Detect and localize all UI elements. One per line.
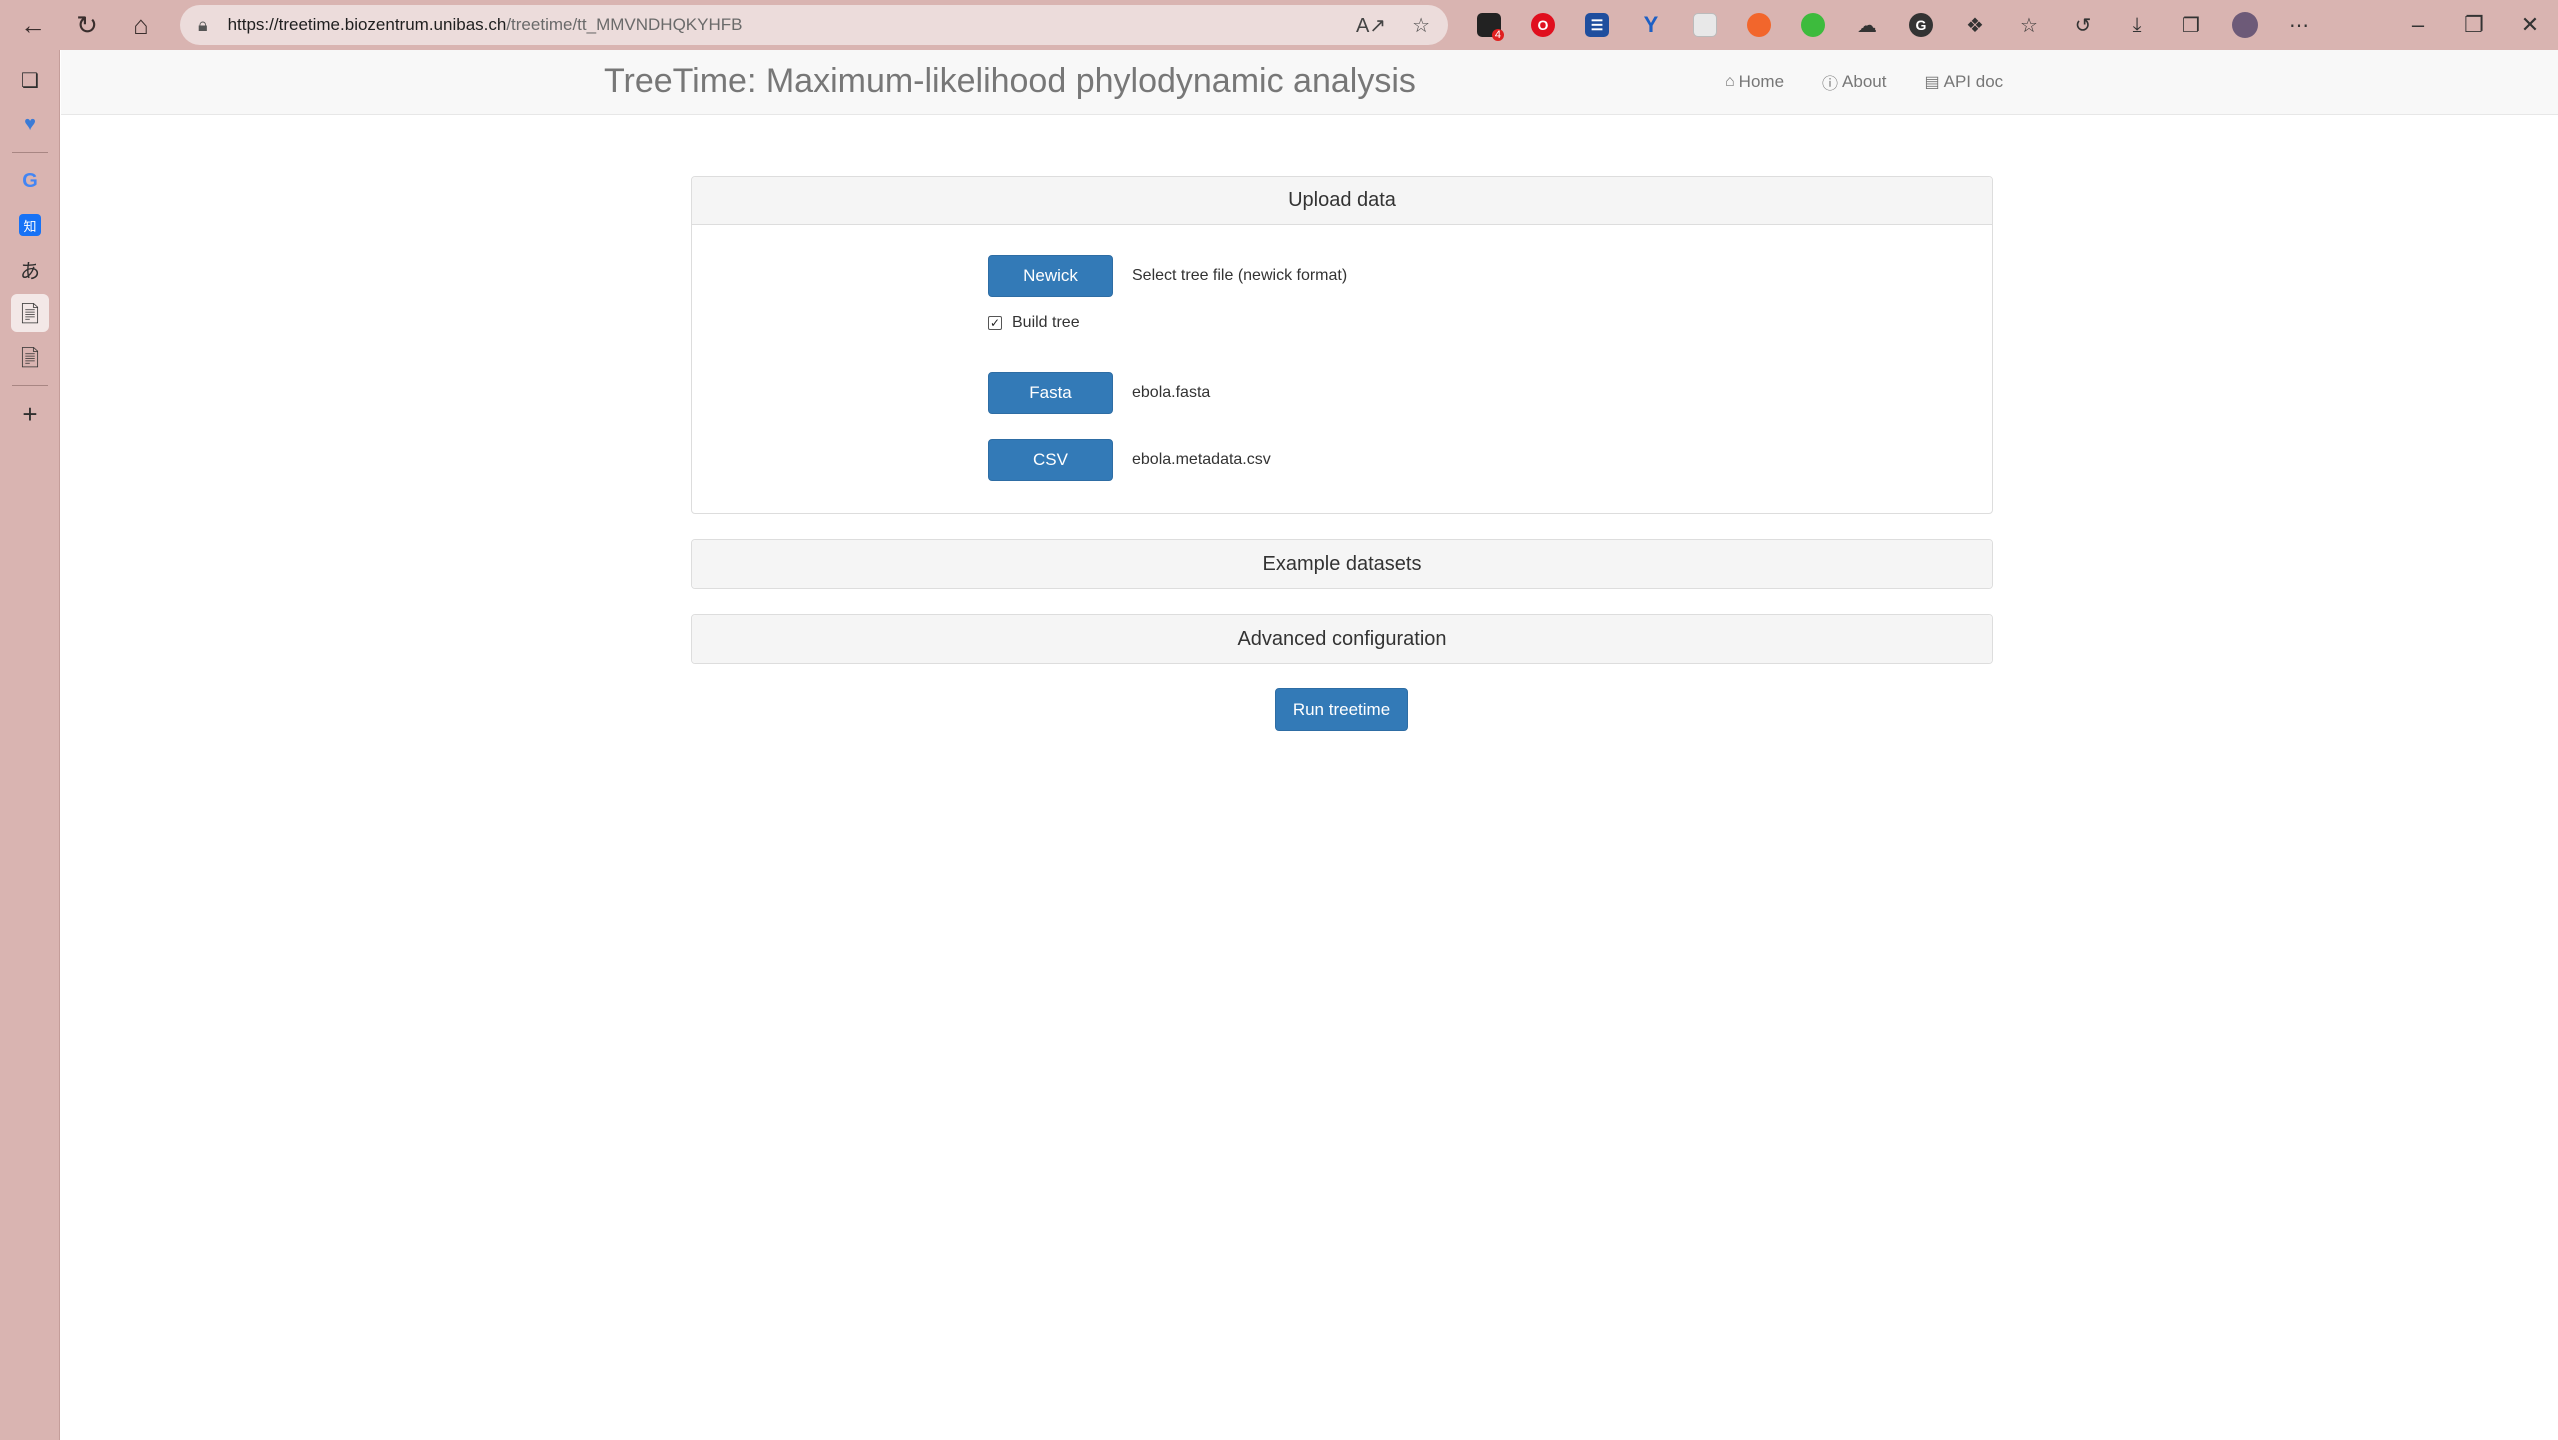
newick-button[interactable]: Newick xyxy=(988,255,1113,297)
green-extension-icon[interactable] xyxy=(1786,0,1840,50)
active-tab-document-icon[interactable]: 📄︎ xyxy=(0,291,60,335)
new-tab-icon[interactable]: + xyxy=(0,392,60,436)
news-extension-icon[interactable]: ☰ xyxy=(1570,0,1624,50)
newick-file-label: Select tree file (newick format) xyxy=(1132,267,1348,284)
translate-tab-icon[interactable]: あ xyxy=(0,247,60,291)
extension-badge-icon[interactable]: 4 xyxy=(1462,0,1516,50)
back-icon[interactable]: ← xyxy=(6,0,60,50)
upload-data-body: Newick Select tree file (newick format) … xyxy=(692,225,1992,513)
info-icon: ⓘ xyxy=(1822,76,1839,93)
favorites-icon[interactable]: ☆ xyxy=(2002,0,2056,50)
build-tree-checkbox[interactable]: ✓ xyxy=(988,316,1002,330)
upload-data-heading[interactable]: Upload data xyxy=(692,177,1992,225)
sidebar-divider xyxy=(11,152,48,153)
address-bar[interactable]: 🔒︎ https://treetime.biozentrum.unibas.ch… xyxy=(180,5,1448,45)
nav-about-link[interactable]: ⓘ About xyxy=(1822,70,1886,94)
y-extension-icon[interactable]: Y xyxy=(1624,0,1678,50)
close-icon[interactable]: ✕ xyxy=(2502,0,2558,50)
home-icon[interactable]: ⌂ xyxy=(114,0,168,50)
csv-file-label: ebola.metadata.csv xyxy=(1132,451,1271,468)
nav-api-doc-label: API doc xyxy=(1943,72,2004,91)
document-icon: ▤ xyxy=(1924,74,1940,91)
navbar: TreeTime: Maximum-likelihood phylodynami… xyxy=(61,50,2558,115)
fasta-button[interactable]: Fasta xyxy=(988,372,1113,414)
extension-badge-count: 4 xyxy=(1491,29,1504,41)
minimize-icon[interactable]: – xyxy=(2390,0,2446,50)
cloud-icon[interactable]: ☁ xyxy=(1840,0,1894,50)
browser-sidebar: ❏ ♥ G 知 あ 📄︎ 📄︎ + xyxy=(0,50,60,1440)
nav-api-doc-link[interactable]: ▤ API doc xyxy=(1924,70,2003,94)
google-tab-icon[interactable]: G xyxy=(0,159,60,203)
sidebar-divider xyxy=(11,385,48,386)
example-datasets-panel: Example datasets xyxy=(691,539,1993,589)
url-path: /treetime/tt_MMVNDHQKYHFB xyxy=(506,15,743,34)
refresh-icon[interactable]: ↻ xyxy=(60,0,114,50)
csv-row: CSV ebola.metadata.csv xyxy=(988,439,1271,481)
history-icon[interactable]: ↺ xyxy=(2056,0,2110,50)
fasta-file-label: ebola.fasta xyxy=(1132,384,1211,401)
profile-avatar[interactable] xyxy=(2218,0,2272,50)
collections-icon[interactable]: ❐ xyxy=(2164,0,2218,50)
read-aloud-icon[interactable]: A↗ xyxy=(1356,13,1386,38)
nav-links: ⌂ Home ⓘ About ▤ API doc xyxy=(1725,70,2003,94)
page-title[interactable]: TreeTime: Maximum-likelihood phylodynami… xyxy=(604,62,1416,101)
lock-icon: 🔒︎ xyxy=(198,14,208,35)
pinned-tab-heart-icon[interactable]: ♥ xyxy=(0,102,60,146)
upload-data-panel: Upload data Newick Select tree file (new… xyxy=(691,176,1993,514)
nav-about-label: About xyxy=(1842,72,1887,91)
advanced-configuration-heading[interactable]: Advanced configuration xyxy=(692,615,1992,663)
build-tree-row: ✓ Build tree xyxy=(988,314,1080,332)
more-menu-icon[interactable]: ⋯ xyxy=(2272,0,2326,50)
nav-home-link[interactable]: ⌂ Home xyxy=(1725,70,1784,94)
csv-button[interactable]: CSV xyxy=(988,439,1113,481)
page-extension-icon[interactable] xyxy=(1678,0,1732,50)
zhihu-tab-icon[interactable]: 知 xyxy=(0,203,60,247)
extensions-bar: 4 O ☰ Y ☁ G ❖ ☆ ↺ ⤓ ❐ ⋯ xyxy=(1462,0,2326,50)
run-treetime-button[interactable]: Run treetime xyxy=(1275,688,1408,731)
opera-icon[interactable]: O xyxy=(1516,0,1570,50)
orange-extension-icon[interactable] xyxy=(1732,0,1786,50)
restore-icon[interactable]: ❐ xyxy=(2446,0,2502,50)
fasta-row: Fasta ebola.fasta xyxy=(988,372,1210,414)
document-tab-icon[interactable]: 📄︎ xyxy=(0,335,60,379)
example-datasets-heading[interactable]: Example datasets xyxy=(692,540,1992,588)
downloads-icon[interactable]: ⤓ xyxy=(2110,0,2164,50)
extensions-icon[interactable]: ❖ xyxy=(1948,0,2002,50)
advanced-configuration-panel: Advanced configuration xyxy=(691,614,1993,664)
nav-home-label: Home xyxy=(1738,72,1785,91)
window-controls: – ❐ ✕ xyxy=(2390,0,2558,50)
home-icon: ⌂ xyxy=(1725,73,1735,90)
web-page: TreeTime: Maximum-likelihood phylodynami… xyxy=(61,50,2558,1440)
add-favorite-icon[interactable]: ☆ xyxy=(1412,13,1430,38)
newick-row: Newick Select tree file (newick format) xyxy=(988,255,1347,297)
build-tree-label[interactable]: Build tree xyxy=(1012,314,1080,332)
tab-actions-icon[interactable]: ❏ xyxy=(0,58,60,102)
url-host: https://treetime.biozentrum.unibas.ch xyxy=(227,15,507,34)
g-extension-icon[interactable]: G xyxy=(1894,0,1948,50)
